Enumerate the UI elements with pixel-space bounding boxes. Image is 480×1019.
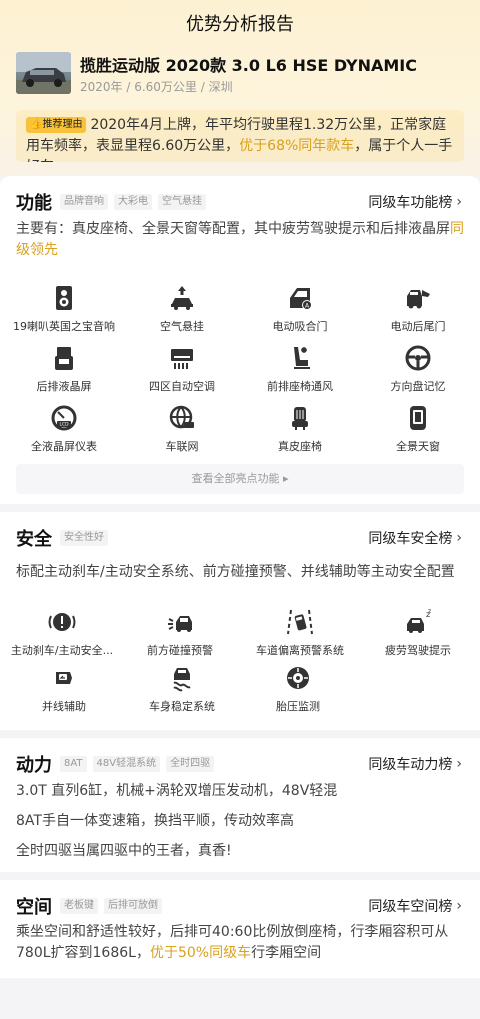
feature-item[interactable]: 四区自动空调 (122, 344, 242, 394)
chevron-right-icon: › (456, 756, 462, 772)
feature-item[interactable]: 电动后尾门 (358, 284, 478, 334)
lcd-cluster-icon: LCD (51, 405, 77, 431)
power-tag: 全时四驱 (166, 756, 215, 772)
power-tag: 8AT (60, 756, 87, 772)
climate-control-icon (171, 349, 193, 369)
chevron-right-icon: › (456, 898, 462, 914)
power-title: 动力 (16, 755, 52, 776)
power-desc: 3.0T 直列6缸，机械+涡轮双增压发动机，48V轻混 8AT手自一体变速箱，换… (16, 776, 337, 866)
svg-text:LCD: LCD (59, 422, 69, 428)
space-card: 空间 老板键 后排可放倒 同级车空间榜 › 乘坐空间和舒适性较好，后排可40:60… (0, 880, 480, 978)
lane-departure-icon (287, 609, 313, 635)
recommend-reason: 👍推荐理由 2020年4月上牌，年平均行驶里程1.32万公里，正常家庭用车频率，… (16, 110, 464, 162)
chevron-right-icon: › (456, 194, 462, 210)
thumb-up-icon: 👍 (30, 119, 43, 130)
safety-rank-label: 同级车安全榜 (368, 531, 453, 547)
panoramic-sunroof-icon (410, 406, 426, 430)
svg-text:z: z (428, 608, 431, 615)
features-desc: 主要有：真皮座椅、全景天窗等配置，其中疲劳驾驶提示和后排液晶屏同级领先 (16, 221, 464, 258)
space-header: 空间 老板键 后排可放倒 (16, 894, 168, 918)
view-all-features-button[interactable]: 查看全部亮点功能 ▸ (16, 464, 464, 494)
recommend-highlight: 优于68%同年款车 (239, 138, 355, 154)
feature-item[interactable]: 空气悬挂 (122, 284, 242, 334)
space-desc: 乘坐空间和舒适性较好，后排可40:60比例放倒座椅，行李厢容积可从780L扩容到… (16, 924, 449, 961)
feature-item[interactable]: 全景天窗 (358, 404, 478, 454)
safety-rank-link[interactable]: 同级车安全榜 › (368, 528, 462, 548)
features-card: 功能 品牌音响 大彩电 空气悬挂 同级车功能榜 › 主要有：真皮座椅、全景天窗等配… (0, 176, 480, 504)
features-rank-label: 同级车功能榜 (368, 195, 453, 211)
safety-item[interactable]: 胎压监测 (238, 664, 358, 714)
power-header: 动力 8AT 48V轻混系统 全时四驱 (16, 752, 220, 776)
space-tag: 后排可放倒 (104, 898, 162, 914)
blind-spot-icon (56, 672, 72, 684)
power-line: 全时四驱当属四驱中的王者，真香! (16, 843, 232, 859)
seat-ventilation-icon (294, 347, 310, 369)
features-rank-link[interactable]: 同级车功能榜 › (368, 192, 462, 212)
safety-item[interactable]: zz 疲劳驾驶提示 (358, 608, 478, 658)
connected-car-icon (169, 405, 194, 429)
speaker-icon (56, 286, 72, 310)
space-tag: 老板键 (60, 898, 98, 914)
stability-control-icon (173, 668, 191, 692)
safety-desc: 标配主动刹车/主动安全系统、前方碰撞预警、并线辅助等主动安全配置 (16, 564, 455, 580)
space-rank-link[interactable]: 同级车空间榜 › (368, 896, 462, 916)
active-brake-icon (48, 613, 76, 631)
car-meta: 2020年 / 6.60万公里 / 深圳 (80, 80, 233, 94)
power-rank-label: 同级车动力榜 (368, 757, 453, 773)
triangle-right-icon: ▸ (282, 472, 289, 485)
car-thumbnail[interactable] (16, 52, 71, 94)
rear-screen-icon (55, 347, 73, 370)
safety-tag: 安全性好 (60, 530, 108, 546)
safety-item[interactable]: 车道偏离预警系统 (240, 608, 360, 658)
collision-warning-icon (168, 616, 192, 632)
recommend-tag: 👍推荐理由 (26, 117, 87, 133)
safety-item[interactable]: 并线辅助 (4, 664, 124, 714)
features-tag: 大彩电 (114, 194, 152, 210)
feature-item[interactable]: 19喇叭英国之宝音响 (4, 284, 124, 334)
safety-item[interactable]: 主动刹车/主动安全... (2, 608, 122, 658)
report-header: 优势分析报告 揽胜运动版 2020款 3.0 L6 HSE DYNAMIC 20… (0, 0, 480, 176)
feature-item[interactable]: 后排液晶屏 (4, 344, 124, 394)
chevron-right-icon: › (456, 530, 462, 546)
space-title: 空间 (16, 897, 52, 918)
space-rank-label: 同级车空间榜 (368, 899, 453, 915)
feature-item[interactable]: 方向盘记忆 (358, 344, 478, 394)
car-name: 揽胜运动版 2020款 3.0 L6 HSE DYNAMIC (80, 56, 417, 75)
power-line: 8AT手自一体变速箱，换挡平顺，传动效率高 (16, 813, 294, 829)
power-tailgate-icon (407, 290, 430, 309)
fatigue-alert-icon: zz (407, 608, 431, 633)
power-tag: 48V轻混系统 (92, 756, 161, 772)
feature-item[interactable]: LCD 全液晶屏仪表 (4, 404, 124, 454)
features-tag: 品牌音响 (60, 194, 108, 210)
feature-item[interactable]: 前排座椅通风 (240, 344, 360, 394)
features-header: 功能 品牌音响 大彩电 空气悬挂 (16, 190, 212, 214)
features-tag: 空气悬挂 (158, 194, 206, 210)
feature-item[interactable]: 真皮座椅 (240, 404, 360, 454)
soft-close-door-icon: A (290, 288, 312, 310)
air-suspension-icon (171, 286, 193, 310)
leather-seat-icon (292, 407, 308, 430)
safety-item[interactable]: 车身稳定系统 (122, 664, 242, 714)
safety-card: 安全 安全性好 同级车安全榜 › 标配主动刹车/主动安全系统、前方碰撞预警、并线辅… (0, 512, 480, 730)
feature-item[interactable]: A 电动吸合门 (240, 284, 360, 334)
safety-title: 安全 (16, 529, 52, 550)
safety-header: 安全 安全性好 (16, 526, 114, 550)
features-title: 功能 (16, 193, 52, 214)
power-card: 动力 8AT 48V轻混系统 全时四驱 同级车动力榜 › 3.0T 直列6缸，机械… (0, 738, 480, 872)
power-line: 3.0T 直列6缸，机械+涡轮双增压发动机，48V轻混 (16, 783, 338, 799)
page-title: 优势分析报告 (186, 14, 294, 35)
power-rank-link[interactable]: 同级车动力榜 › (368, 754, 462, 774)
safety-item[interactable]: 前方碰撞预警 (120, 608, 240, 658)
tire-pressure-icon (287, 667, 309, 689)
feature-item[interactable]: 车联网 (122, 404, 242, 454)
steering-memory-icon (405, 345, 431, 371)
